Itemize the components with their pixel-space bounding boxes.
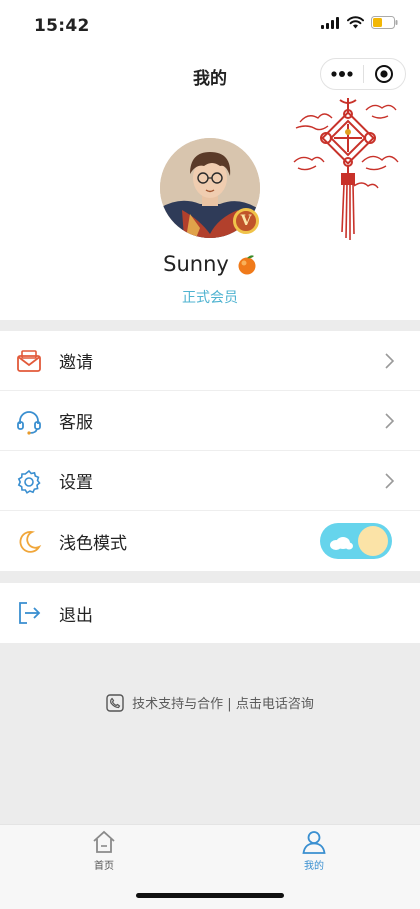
menu-item-settings[interactable]: 设置 [0,451,420,511]
chevron-right-icon [385,473,394,489]
phone-icon [106,693,124,712]
menu-list: 邀请 客服 设置 浅色模式 [0,331,420,571]
tab-mine[interactable]: 我的 [274,829,354,872]
profile-header: 我的 V Sunny 正式会员 [0,52,420,320]
chevron-right-icon [385,353,394,369]
username-row: Sunny [0,252,420,276]
menu-item-label: 客服 [59,413,93,433]
signal-icon [321,16,339,29]
envelope-icon [17,350,41,372]
support-text: 技术支持与合作 | 点击电话咨询 [132,697,314,712]
mini-program-capsule [320,58,406,90]
close-miniprogram-button[interactable] [364,59,406,89]
wifi-icon [347,16,364,29]
more-button[interactable] [321,59,363,89]
headset-icon [17,411,41,435]
member-level: 正式会员 [182,290,238,306]
menu-item-label: 设置 [59,473,93,493]
chinese-knot-decoration [293,98,399,240]
tab-mine-label: 我的 [304,861,324,872]
support-contact[interactable]: 技术支持与合作 | 点击电话咨询 [0,693,420,712]
gear-icon [17,469,41,494]
menu-item-light-mode: 浅色模式 [0,511,420,571]
chevron-right-icon [385,413,394,429]
home-indicator [136,893,284,898]
battery-icon [371,16,398,29]
menu-item-customer-service[interactable]: 客服 [0,391,420,451]
tab-home-label: 首页 [94,861,114,872]
toggle-knob [358,526,388,556]
light-mode-toggle[interactable] [320,523,392,559]
user-icon [302,831,326,854]
target-close-icon [375,65,394,83]
menu-item-label: 邀请 [59,353,93,373]
status-time: 15:42 [34,16,90,36]
more-dots-icon [331,71,353,77]
moon-icon [19,531,42,553]
menu-item-label: 浅色模式 [59,533,127,554]
status-icons [321,16,398,29]
orange-icon [238,255,256,275]
logout-icon [19,602,41,624]
logout-label: 退出 [59,606,93,626]
menu-item-logout[interactable]: 退出 [0,583,420,643]
menu-item-invite[interactable]: 邀请 [0,331,420,391]
status-bar: 15:42 [0,0,420,52]
vip-badge: V [233,208,259,234]
cloud-icon [330,537,353,550]
home-icon [93,830,115,853]
username: Sunny [163,252,229,276]
tab-home[interactable]: 首页 [64,829,144,872]
